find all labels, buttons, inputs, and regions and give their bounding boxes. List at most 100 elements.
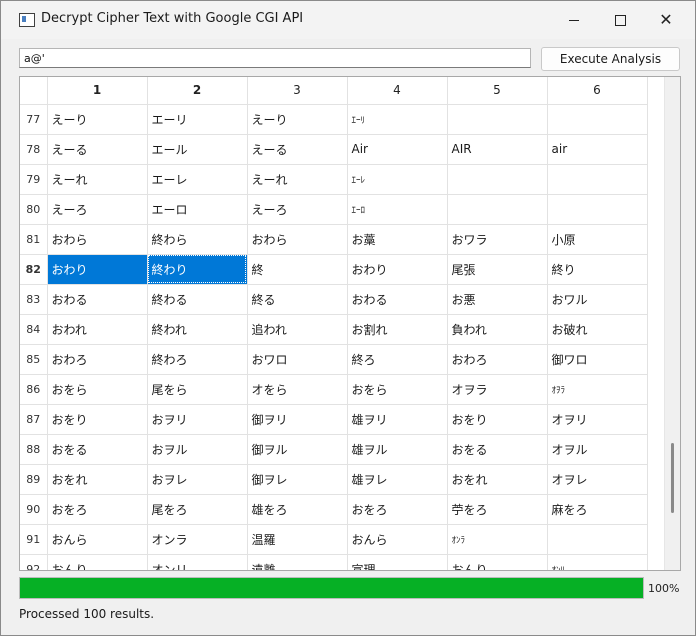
table-cell[interactable]: 御ヲレ [247,464,348,495]
table-cell[interactable]: オをら [247,374,348,405]
table-cell[interactable]: おをろ [347,494,448,525]
table-cell[interactable]: おわり [347,254,448,285]
table-cell[interactable]: おわろ [47,344,148,375]
table-cell[interactable]: 終わろ [147,344,248,375]
table-row[interactable]: 86 おをら 尾をら オをら おをら オヲラ ｵｦﾗ [20,374,648,405]
table-cell[interactable]: ｴｰﾚ [347,164,448,195]
column-header[interactable]: 3 [247,77,348,105]
table-cell[interactable] [547,104,648,135]
table-cell[interactable]: エーリ [147,104,248,135]
table-cell[interactable]: えーろ [47,194,148,225]
table-cell[interactable]: えーる [47,134,148,165]
table-cell[interactable]: おわろ [447,344,548,375]
column-header[interactable]: 2 [147,77,248,105]
table-row[interactable]: 81 おわら 終わら おわら お藁 おワラ 小原 [20,224,648,255]
minimize-button[interactable] [551,1,597,39]
row-header[interactable]: 91 [20,524,48,555]
table-row[interactable]: 79 えーれ エーレ えーれ ｴｰﾚ [20,164,648,195]
table-cell[interactable]: オンラ [147,524,248,555]
table-cell[interactable]: 終 [247,254,348,285]
row-header[interactable]: 77 [20,104,48,135]
table-cell[interactable]: おヲリ [147,404,248,435]
table-cell[interactable]: 尾をら [147,374,248,405]
table-cell[interactable]: オヲレ [547,464,648,495]
table-cell[interactable]: お藁 [347,224,448,255]
table-cell[interactable]: おんり [47,554,148,570]
table-cell[interactable]: 小原 [547,224,648,255]
table-cell[interactable]: おわる [47,284,148,315]
table-cell[interactable]: オヲリ [547,404,648,435]
table-row[interactable]: 84 おわれ 終われ 追われ お割れ 負われ お破れ [20,314,648,345]
table-cell[interactable]: おヲル [147,434,248,465]
table-cell[interactable]: ｴｰﾛ [347,194,448,225]
table-cell[interactable]: えーれ [47,164,148,195]
table-cell[interactable]: おヲレ [147,464,248,495]
row-header[interactable]: 80 [20,194,48,225]
cipher-input[interactable] [19,48,531,68]
table-cell[interactable]: 御ヲル [247,434,348,465]
table-cell[interactable]: 終わり [147,254,248,285]
table-cell[interactable]: えーり [247,104,348,135]
table-cell[interactable]: 苧をろ [447,494,548,525]
row-header[interactable]: 87 [20,404,48,435]
table-cell[interactable]: オヲラ [447,374,548,405]
table-cell[interactable]: 御ヲリ [247,404,348,435]
table-cell[interactable]: Air [347,134,448,165]
table-cell[interactable]: えーれ [247,164,348,195]
execute-analysis-button[interactable]: Execute Analysis [541,47,680,71]
table-row[interactable]: 85 おわろ 終わろ おワロ 終ろ おわろ 御ワロ [20,344,648,375]
table-row[interactable]: 88 おをる おヲル 御ヲル 雄ヲル おをる オヲル [20,434,648,465]
table-cell[interactable] [447,104,548,135]
table-corner[interactable] [20,77,48,105]
row-header[interactable]: 83 [20,284,48,315]
table-cell[interactable]: 終る [247,284,348,315]
table-cell[interactable]: ｴｰﾘ [347,104,448,135]
table-cell[interactable]: 負われ [447,314,548,345]
table-cell[interactable]: air [547,134,648,165]
table-cell[interactable]: おをる [447,434,548,465]
row-header[interactable]: 79 [20,164,48,195]
table-row[interactable]: 92 おんり オンリ 遠離 宣理 おんり ｵﾝﾘ [20,554,648,570]
table-cell[interactable]: エーレ [147,164,248,195]
table-cell[interactable]: おをら [47,374,148,405]
table-cell[interactable]: 雄ヲル [347,434,448,465]
table-cell[interactable]: 雄ヲリ [347,404,448,435]
table-cell[interactable]: おワロ [247,344,348,375]
table-cell[interactable] [447,194,548,225]
table-cell[interactable]: おをら [347,374,448,405]
column-header[interactable]: 4 [347,77,448,105]
table-cell[interactable]: おわれ [47,314,148,345]
table-row[interactable]: 82 おわり 終わり終おわり 尾張 終り [20,254,648,285]
table-cell[interactable]: 尾張 [447,254,548,285]
maximize-button[interactable] [597,1,643,39]
table-row[interactable]: 89 おをれ おヲレ 御ヲレ 雄ヲレ おをれ オヲレ [20,464,648,495]
row-header[interactable]: 84 [20,314,48,345]
table-row[interactable]: 83 おわる 終わる 終る おわる お悪 おワル [20,284,648,315]
table-cell[interactable]: AIR [447,134,548,165]
table-row[interactable]: 78 えーる エール えーる Air AIR air [20,134,648,165]
table-cell[interactable]: おわり [47,254,148,285]
table-cell[interactable]: エーロ [147,194,248,225]
table-cell[interactable]: 遠離 [247,554,348,570]
table-cell[interactable]: 宣理 [347,554,448,570]
row-header[interactable]: 85 [20,344,48,375]
table-cell[interactable] [547,164,648,195]
table-cell[interactable]: ｵｦﾗ [547,374,648,405]
column-header[interactable]: 1 [47,77,148,105]
table-row[interactable]: 90 おをろ 尾をろ 雄をろ おをろ 苧をろ 麻をろ [20,494,648,525]
table-cell[interactable] [547,194,648,225]
table-cell[interactable]: おワル [547,284,648,315]
table-cell[interactable]: お破れ [547,314,648,345]
table-cell[interactable]: 終わら [147,224,248,255]
row-header[interactable]: 89 [20,464,48,495]
column-header[interactable]: 5 [447,77,548,105]
row-header[interactable]: 92 [20,554,48,570]
table-cell[interactable]: 御ワロ [547,344,648,375]
scrollbar-thumb[interactable] [671,443,674,513]
row-header[interactable]: 81 [20,224,48,255]
table-row[interactable]: 80 えーろ エーロ えーろ ｴｰﾛ [20,194,648,225]
title-bar[interactable]: Decrypt Cipher Text with Google CGI API … [1,1,695,39]
row-header[interactable]: 78 [20,134,48,165]
table-cell[interactable]: おんら [47,524,148,555]
close-button[interactable]: ✕ [643,1,689,39]
